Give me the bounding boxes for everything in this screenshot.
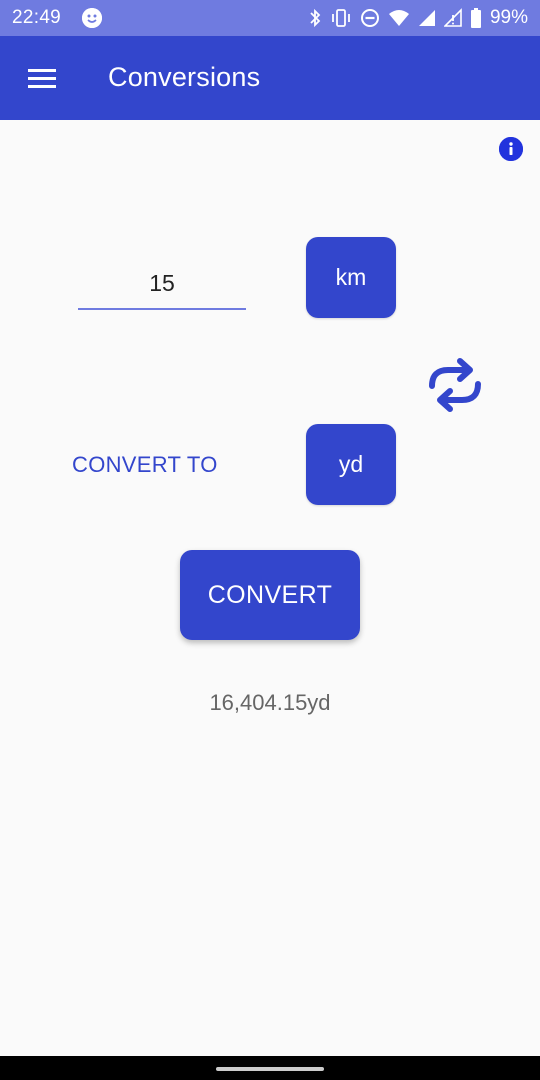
convert-button-label: CONVERT <box>207 580 333 609</box>
value-input-container <box>78 258 246 316</box>
signal-off-icon <box>443 8 462 28</box>
home-gesture-handle[interactable] <box>216 1067 324 1071</box>
convert-button[interactable]: CONVERT <box>180 550 360 640</box>
signal-icon <box>418 8 436 28</box>
info-icon[interactable] <box>499 137 523 161</box>
app-screen: 22:49 99% Conversions 15 km CONVERT TO y… <box>0 0 540 1080</box>
from-unit-label: km <box>335 264 367 290</box>
conversion-result: 16,404.15yd <box>209 690 331 715</box>
app-bar: Conversions <box>0 36 540 120</box>
value-input[interactable] <box>78 258 246 310</box>
smiley-face-icon <box>82 8 102 28</box>
swap-arrows-icon[interactable] <box>424 356 486 414</box>
wifi-icon <box>388 8 410 28</box>
vibrate-icon <box>330 8 352 28</box>
navigation-bar <box>0 1056 540 1080</box>
status-bar: 22:49 99% <box>0 0 540 36</box>
battery-icon <box>470 8 482 28</box>
battery-percentage: 99% <box>489 7 528 28</box>
status-icons: 99% <box>308 6 528 30</box>
convert-to-label: CONVERT TO <box>72 452 218 477</box>
to-unit-button[interactable]: yd <box>306 424 396 505</box>
page-title: Conversions <box>108 62 261 92</box>
from-unit-button[interactable]: km <box>306 237 396 318</box>
hamburger-menu-icon[interactable] <box>20 60 64 96</box>
bluetooth-icon <box>308 8 322 28</box>
do-not-disturb-icon <box>360 8 380 28</box>
to-unit-label: yd <box>338 451 364 477</box>
status-time: 22:49 <box>12 7 62 28</box>
